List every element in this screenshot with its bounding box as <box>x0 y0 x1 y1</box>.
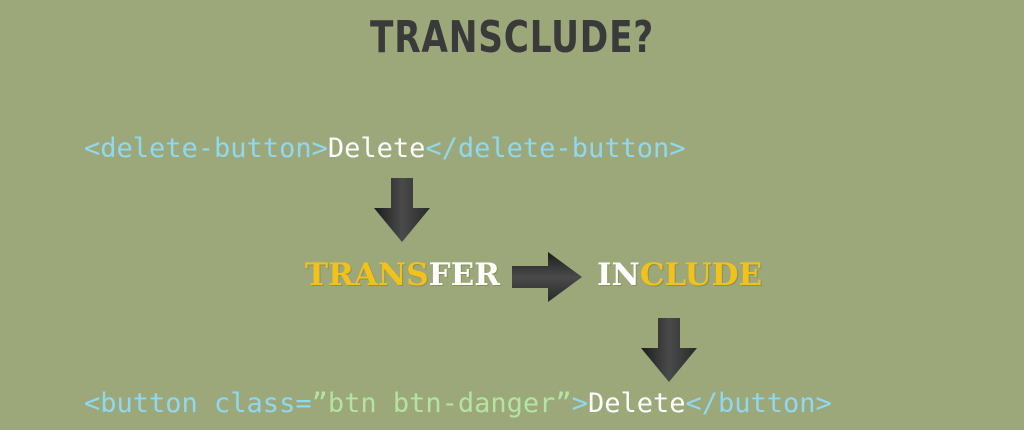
word-include: INCLUDE <box>597 255 762 295</box>
arrow-down-icon <box>641 318 697 382</box>
transfer-rest: FER <box>428 257 501 293</box>
source-open-tag: <delete-button> <box>84 133 328 164</box>
word-transfer: TRANSFER <box>305 255 500 295</box>
include-rest: CLUDE <box>639 257 763 293</box>
transfer-highlight: TRANS <box>305 257 429 293</box>
source-code-line: <delete-button>Delete</delete-button> <box>84 132 685 166</box>
include-highlight: IN <box>597 257 640 293</box>
slide-title: TRANSCLUDE? <box>370 12 654 63</box>
arrow-down-icon <box>374 178 430 242</box>
source-close-tag: </delete-button> <box>425 133 686 164</box>
output-open-tag-end: > <box>571 388 588 419</box>
output-close-tag: </button> <box>685 388 832 419</box>
output-attr-value: ”btn btn-danger” <box>311 388 572 419</box>
arrow-right-icon <box>512 252 582 302</box>
output-code-line: <button class=”btn btn-danger”>Delete</b… <box>84 387 832 421</box>
output-text: Delete <box>587 388 686 419</box>
output-open-tag-start: <button class= <box>84 388 312 419</box>
source-text: Delete <box>327 133 426 164</box>
